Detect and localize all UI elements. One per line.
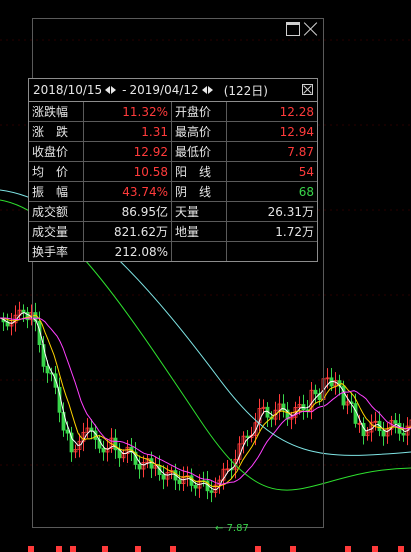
stat-label: 振 幅 — [29, 181, 84, 202]
stat-label: 开盘价 — [171, 102, 227, 122]
stats-row: 涨跌幅 11.32% 开盘价 12.28 — [29, 102, 317, 122]
end-date-arrows-icon[interactable] — [201, 86, 213, 94]
interval-stats-panel: 2018/10/15 - 2019/04/12 (122日) 涨跌幅 11.32%… — [28, 78, 318, 262]
date-range-header: 2018/10/15 - 2019/04/12 (122日) — [29, 79, 317, 102]
stat-value: 11.32% — [83, 102, 172, 122]
stat-label: 成交量 — [29, 221, 84, 242]
stats-row: 换手率 212.08% — [29, 241, 317, 261]
start-date: 2018/10/15 — [33, 83, 103, 97]
stat-value: 1.31 — [83, 121, 172, 142]
stat-value: 12.92 — [83, 141, 172, 162]
stat-value: 212.08% — [83, 241, 172, 261]
stat-label: 天量 — [171, 201, 227, 222]
stat-value: 12.94 — [226, 121, 317, 142]
day-count: (122日) — [223, 83, 268, 98]
stats-row: 涨 跌 1.31 最高价 12.94 — [29, 121, 317, 142]
stats-table: 涨跌幅 11.32% 开盘价 12.28 涨 跌 1.31 最高价 12.94 收盘价 12.92… — [29, 102, 317, 261]
volume-strip — [28, 546, 404, 552]
close-icon[interactable] — [302, 84, 313, 95]
stat-label: 地量 — [171, 221, 227, 242]
stat-value: 821.62万 — [83, 221, 172, 242]
stat-label: 最高价 — [171, 121, 227, 142]
stat-label: 成交额 — [29, 201, 84, 222]
stat-value: 86.95亿 — [83, 201, 172, 222]
stat-value: 26.31万 — [226, 201, 317, 222]
stat-label: 阳 线 — [171, 161, 227, 182]
stat-label: 均 价 — [29, 161, 84, 182]
stats-row: 收盘价 12.92 最低价 7.87 — [29, 141, 317, 162]
stat-label — [171, 241, 227, 261]
stat-label: 最低价 — [171, 141, 227, 162]
stats-row: 成交额 86.95亿 天量 26.31万 — [29, 201, 317, 222]
end-date: 2019/04/12 — [129, 83, 199, 97]
maximize-icon[interactable] — [286, 22, 300, 36]
stats-row: 成交量 821.62万 地量 1.72万 — [29, 221, 317, 242]
stat-value — [226, 241, 317, 261]
stats-row: 均 价 10.58 阳 线 54 — [29, 161, 317, 182]
low-price-value: 7.87 — [226, 523, 249, 534]
stat-label: 涨 跌 — [29, 121, 84, 142]
stat-value: 1.72万 — [226, 221, 317, 242]
stat-value: 12.28 — [226, 102, 317, 122]
stat-label: 收盘价 — [29, 141, 84, 162]
close-window-icon[interactable] — [304, 22, 318, 36]
stat-label: 换手率 — [29, 241, 84, 261]
stat-value: 43.74% — [83, 181, 172, 202]
stat-value: 7.87 — [226, 141, 317, 162]
range-separator: - — [122, 83, 127, 97]
stats-row: 振 幅 43.74% 阴 线 68 — [29, 181, 317, 202]
stat-value: 54 — [226, 161, 317, 182]
start-date-arrows-icon[interactable] — [105, 86, 117, 94]
stat-label: 阴 线 — [171, 181, 227, 202]
low-price-marker: ← 7.87 — [215, 523, 249, 534]
stat-label: 涨跌幅 — [29, 102, 84, 122]
stat-value: 68 — [226, 181, 317, 202]
stat-value: 10.58 — [83, 161, 172, 182]
